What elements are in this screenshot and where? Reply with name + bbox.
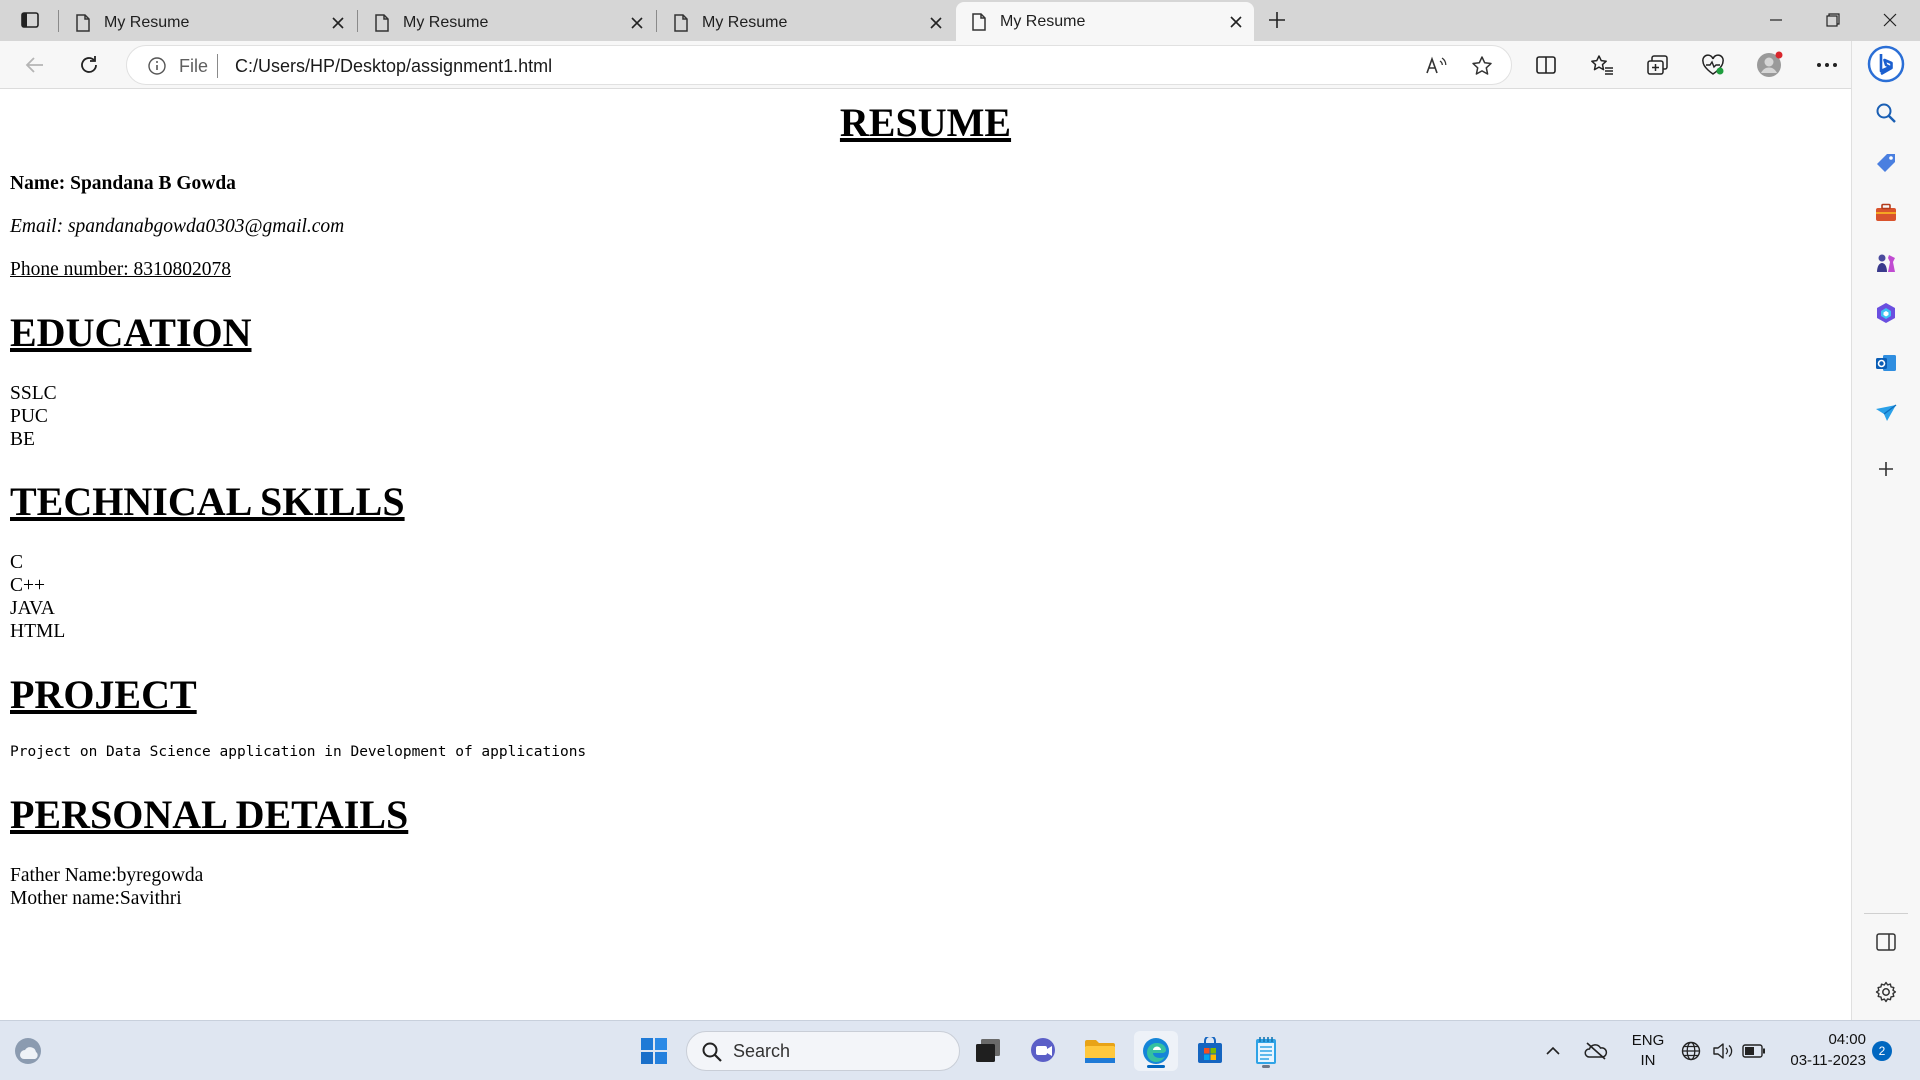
email-line: Email: spandanabgowda0303@gmail.com	[10, 216, 345, 237]
name-line: Name: Spandana B Gowda	[10, 173, 236, 194]
edge-sidebar	[1851, 41, 1920, 1020]
collections-icon[interactable]	[1641, 49, 1675, 81]
page-icon	[76, 13, 90, 32]
resume-title: RESUME	[839, 100, 1012, 145]
file-explorer-icon[interactable]	[1078, 1031, 1122, 1071]
sidebar-divider	[1864, 913, 1908, 914]
page-icon	[674, 13, 688, 32]
skill-item: C++	[10, 575, 46, 596]
microsoft-store-icon[interactable]	[1188, 1031, 1232, 1071]
windows-taskbar: Search ENG IN 04:00 03-11-2023 2	[0, 1020, 1920, 1080]
volume-icon[interactable]	[1708, 1031, 1738, 1071]
close-tab-icon[interactable]	[330, 15, 346, 31]
education-item: BE	[10, 429, 35, 450]
skill-item: C	[10, 552, 24, 573]
sidebar-settings-gear-icon[interactable]	[1868, 974, 1904, 1010]
search-icon	[702, 1042, 722, 1062]
search-icon[interactable]	[1868, 95, 1904, 131]
tab-strip: My Resume My Resume My Resume My Resume	[0, 0, 1920, 41]
show-hidden-icons-chevron-icon[interactable]	[1535, 1031, 1571, 1071]
tab-2[interactable]: My Resume	[359, 4, 655, 41]
weather-widget-icon[interactable]	[6, 1031, 50, 1071]
close-window-icon[interactable]	[1865, 6, 1915, 34]
skill-item: HTML	[10, 621, 66, 642]
info-icon[interactable]	[147, 56, 167, 76]
games-icon[interactable]	[1868, 245, 1904, 281]
bing-copilot-icon[interactable]	[1866, 44, 1906, 84]
onedrive-offline-icon[interactable]	[1578, 1031, 1614, 1071]
tab-title: My Resume	[104, 13, 190, 31]
microsoft-365-icon[interactable]	[1868, 295, 1904, 331]
network-globe-icon[interactable]	[1676, 1031, 1706, 1071]
tab-title: My Resume	[1000, 12, 1086, 30]
input-language-bottom[interactable]: IN	[1628, 1052, 1668, 1069]
read-aloud-icon[interactable]	[1425, 55, 1447, 77]
url-text[interactable]: C:/Users/HP/Desktop/assignment1.html	[235, 56, 552, 77]
input-language-top[interactable]: ENG	[1628, 1032, 1668, 1049]
minimize-icon[interactable]	[1751, 6, 1801, 34]
tab-actions-icon[interactable]	[17, 8, 43, 32]
browser-essentials-icon[interactable]	[1696, 49, 1730, 81]
address-divider	[217, 54, 218, 78]
education-item: SSLC	[10, 383, 57, 404]
restore-icon[interactable]	[1808, 6, 1858, 34]
search-placeholder: Search	[733, 1041, 791, 1061]
shopping-tag-icon[interactable]	[1868, 145, 1904, 181]
father-name-line: Father Name:byregowda	[10, 865, 204, 886]
teams-chat-icon[interactable]	[1022, 1031, 1066, 1071]
close-tab-icon[interactable]	[928, 15, 944, 31]
tab-separator	[656, 10, 657, 32]
back-icon[interactable]	[18, 49, 52, 81]
favorite-star-icon[interactable]	[1471, 55, 1493, 77]
clock-date[interactable]: 03-11-2023	[1766, 1052, 1866, 1069]
profile-avatar-icon[interactable]	[1752, 49, 1786, 81]
education-heading: EDUCATION	[10, 310, 252, 355]
favorites-icon[interactable]	[1585, 49, 1619, 81]
personal-details-heading: PERSONAL DETAILS	[10, 792, 409, 837]
skills-list: C C++ JAVA HTML	[10, 551, 65, 643]
task-view-icon[interactable]	[966, 1031, 1010, 1071]
page-icon	[375, 13, 389, 32]
refresh-icon[interactable]	[72, 49, 106, 81]
edge-browser-icon[interactable]	[1134, 1031, 1178, 1071]
start-windows-icon[interactable]	[632, 1031, 676, 1071]
tab-1[interactable]: My Resume	[60, 4, 356, 41]
add-sidebar-app-icon[interactable]	[1868, 451, 1904, 487]
outlook-icon[interactable]	[1868, 345, 1904, 381]
tab-title: My Resume	[403, 13, 489, 31]
close-tab-icon[interactable]	[1228, 14, 1244, 30]
education-item: PUC	[10, 406, 48, 427]
address-bar[interactable]: File C:/Users/HP/Desktop/assignment1.htm…	[126, 45, 1512, 85]
hide-sidebar-icon[interactable]	[1868, 924, 1904, 960]
drop-send-icon[interactable]	[1868, 395, 1904, 431]
education-list: SSLC PUC BE	[10, 382, 57, 451]
personal-details-list: Father Name:byregowda Mother name:Savith…	[10, 864, 203, 910]
running-app-indicator	[1262, 1065, 1270, 1068]
split-screen-icon[interactable]	[1529, 49, 1563, 81]
mother-name-line: Mother name:Savithri	[10, 888, 182, 909]
tab-separator	[357, 10, 358, 32]
tab-4-active[interactable]: My Resume	[956, 2, 1254, 41]
active-app-indicator	[1147, 1065, 1165, 1068]
settings-more-icon[interactable]	[1810, 49, 1844, 81]
browser-toolbar: File C:/Users/HP/Desktop/assignment1.htm…	[0, 41, 1920, 89]
new-tab-icon[interactable]	[1264, 8, 1290, 32]
page-icon	[972, 12, 986, 31]
web-page-content: RESUME Name: Spandana B Gowda Email: spa…	[0, 89, 1851, 1020]
notepad-icon[interactable]	[1244, 1031, 1288, 1071]
tab-separator	[58, 10, 59, 32]
tab-title: My Resume	[702, 13, 788, 31]
phone-line: Phone number: 8310802078	[10, 259, 231, 280]
skill-item: JAVA	[10, 598, 55, 619]
taskbar-search-box[interactable]: Search	[686, 1031, 960, 1071]
notification-count-badge[interactable]: 2	[1872, 1041, 1892, 1061]
tools-briefcase-icon[interactable]	[1868, 195, 1904, 231]
site-scheme-label[interactable]: File	[179, 56, 208, 77]
project-text: Project on Data Science application in D…	[10, 744, 587, 760]
close-tab-icon[interactable]	[629, 15, 645, 31]
project-heading: PROJECT	[10, 672, 197, 717]
clock-time[interactable]: 04:00	[1776, 1031, 1866, 1048]
tab-3[interactable]: My Resume	[658, 4, 954, 41]
technical-skills-heading: TECHNICAL SKILLS	[10, 479, 405, 524]
